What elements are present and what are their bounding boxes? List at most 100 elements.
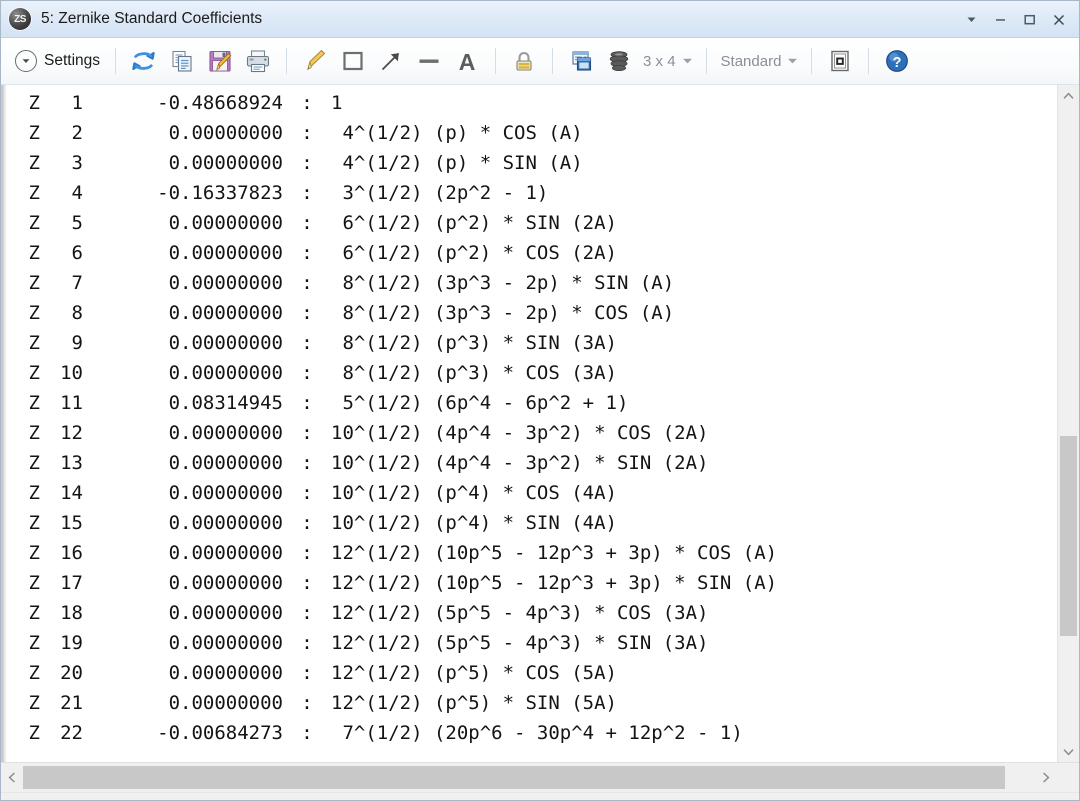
row-formula: 3^(1/2) (2p^2 - 1) [331,178,548,208]
windows-button[interactable] [562,44,600,78]
row-index: 1 [40,88,83,118]
row-coefficient: 0.00000000 [83,688,283,718]
save-button[interactable] [201,44,239,78]
row-formula: 6^(1/2) (p^2) * SIN (2A) [331,208,617,238]
chevron-right-icon [1042,772,1050,783]
row-prefix: Z [2,268,40,298]
row-index: 16 [40,538,83,568]
row-separator: : [283,628,331,658]
table-row: Z20.00000000: 4^(1/2) (p) * COS (A) [2,118,1057,148]
chevron-down-icon [683,58,692,64]
scroll-up-button[interactable] [1058,85,1079,106]
row-prefix: Z [2,238,40,268]
row-separator: : [283,88,331,118]
row-prefix: Z [2,628,40,658]
row-coefficient: 0.00000000 [83,358,283,388]
row-formula: 8^(1/2) (p^3) * COS (3A) [331,358,617,388]
row-prefix: Z [2,598,40,628]
titlebar-dropdown-button[interactable] [957,5,986,35]
windows-icon [567,47,595,75]
titlebar-controls [957,1,1073,38]
preset-label: Standard [721,53,782,70]
row-prefix: Z [2,658,40,688]
row-separator: : [283,448,331,478]
row-separator: : [283,118,331,148]
row-index: 4 [40,178,83,208]
annotate-pencil-button[interactable] [296,44,334,78]
help-button[interactable]: ? [878,44,916,78]
arrow-tool-button[interactable] [372,44,410,78]
settings-button[interactable]: Settings [7,44,106,78]
refresh-button[interactable] [125,44,163,78]
horizontal-scroll-thumb[interactable] [23,766,1005,789]
row-index: 15 [40,508,83,538]
row-index: 22 [40,718,83,748]
row-formula: 12^(1/2) (10p^5 - 12p^3 + 3p) * SIN (A) [331,568,777,598]
coefficients-text-panel[interactable]: Z1-0.48668924:1Z20.00000000: 4^(1/2) (p)… [1,85,1057,762]
toolbar-separator [115,48,116,74]
row-index: 19 [40,628,83,658]
row-prefix: Z [2,208,40,238]
line-icon [415,47,443,75]
row-prefix: Z [2,538,40,568]
row-coefficient: 0.00000000 [83,598,283,628]
layers-button[interactable] [600,44,638,78]
text-tool-button[interactable]: A [448,44,486,78]
row-coefficient: 0.00000000 [83,508,283,538]
row-coefficient: 0.00000000 [83,118,283,148]
scroll-right-button[interactable] [1035,763,1057,792]
toolbar-separator [286,48,287,74]
table-row: Z70.00000000: 8^(1/2) (3p^3 - 2p) * SIN … [2,268,1057,298]
row-coefficient: 0.00000000 [83,478,283,508]
app-logo-icon: ZS [9,8,31,30]
table-row: Z80.00000000: 8^(1/2) (3p^3 - 2p) * COS … [2,298,1057,328]
row-index: 6 [40,238,83,268]
row-separator: : [283,298,331,328]
svg-text:?: ? [893,55,902,71]
scroll-left-button[interactable] [1,763,23,792]
row-separator: : [283,478,331,508]
row-prefix: Z [2,568,40,598]
close-icon [1052,13,1066,27]
chevron-down-icon [788,58,797,64]
horizontal-scroll-track[interactable] [23,763,1035,792]
scroll-down-button[interactable] [1058,741,1079,762]
horizontal-scrollbar[interactable] [1,762,1079,792]
row-prefix: Z [2,688,40,718]
print-button[interactable] [239,44,277,78]
table-row: Z90.00000000: 8^(1/2) (p^3) * SIN (3A) [2,328,1057,358]
grid-size-dropdown[interactable]: 3 x 4 [638,44,697,78]
minimize-icon [994,13,1007,26]
line-tool-button[interactable] [410,44,448,78]
table-row: Z30.00000000: 4^(1/2) (p) * SIN (A) [2,148,1057,178]
settings-label: Settings [44,52,100,70]
rectangle-tool-button[interactable] [334,44,372,78]
copy-button[interactable] [163,44,201,78]
table-row: Z110.08314945: 5^(1/2) (6p^4 - 6p^2 + 1) [2,388,1057,418]
lock-button[interactable] [505,44,543,78]
row-formula: 10^(1/2) (p^4) * COS (4A) [331,478,617,508]
image-icon [826,47,854,75]
row-formula: 12^(1/2) (5p^5 - 4p^3) * SIN (3A) [331,628,709,658]
table-row: Z50.00000000: 6^(1/2) (p^2) * SIN (2A) [2,208,1057,238]
maximize-icon [1023,13,1036,26]
image-button[interactable] [821,44,859,78]
row-prefix: Z [2,118,40,148]
rectangle-icon [339,47,367,75]
row-coefficient: 0.00000000 [83,298,283,328]
vertical-scroll-thumb[interactable] [1060,436,1077,636]
maximize-button[interactable] [1015,5,1044,35]
row-index: 21 [40,688,83,718]
row-coefficient: 0.00000000 [83,448,283,478]
row-separator: : [283,598,331,628]
table-row: Z210.00000000:12^(1/2) (p^5) * SIN (5A) [2,688,1057,718]
minimize-button[interactable] [986,5,1015,35]
row-separator: : [283,538,331,568]
close-button[interactable] [1044,5,1073,35]
row-separator: : [283,178,331,208]
vertical-scrollbar[interactable] [1057,85,1079,762]
preset-dropdown[interactable]: Standard [716,44,803,78]
vertical-scroll-track[interactable] [1058,106,1079,741]
row-coefficient: -0.48668924 [83,88,283,118]
refresh-icon [130,47,158,75]
